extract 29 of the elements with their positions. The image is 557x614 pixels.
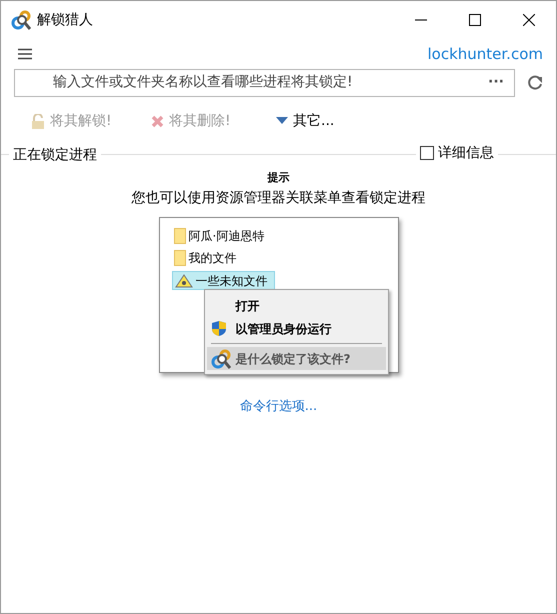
- hazard-icon: [174, 274, 192, 288]
- padlock-icon: [31, 114, 45, 128]
- tip-title: 提示: [268, 170, 290, 186]
- path-field[interactable]: 输入文件或文件夹名称以查看哪些进程将其锁定! ···: [14, 68, 515, 96]
- menu-icon: [18, 48, 32, 60]
- refresh-button[interactable]: [527, 74, 543, 90]
- file-name: 我的文件: [188, 250, 236, 267]
- app-icon: [11, 10, 31, 30]
- file-name: 阿瓜·阿迪恩特: [188, 228, 264, 244]
- command-line-link[interactable]: 命令行选项...: [240, 397, 318, 416]
- shield-icon: [210, 320, 226, 337]
- other-button[interactable]: 其它...: [276, 110, 356, 132]
- window-title: 解锁猎人: [37, 10, 93, 30]
- magnifier-icon: [210, 348, 230, 368]
- folder-icon: [174, 250, 186, 266]
- browse-button[interactable]: ···: [478, 72, 514, 93]
- website-link[interactable]: lockhunter.com: [427, 43, 543, 66]
- tip-text: 您也可以使用资源管理器关联菜单查看锁定进程: [132, 189, 426, 208]
- menu-button[interactable]: [18, 48, 32, 60]
- file-name: 一些未知文件: [196, 272, 268, 290]
- menu-item[interactable]: 打开: [206, 294, 386, 317]
- triangle-icon: [276, 117, 288, 125]
- menu-item[interactable]: 是什么锁定了该文件?: [206, 347, 386, 370]
- cross-icon: [151, 114, 164, 128]
- maximize-icon: [469, 14, 481, 26]
- folder-icon: [174, 228, 186, 244]
- menu-item[interactable]: 以管理员身份运行: [206, 317, 386, 340]
- close-icon: [523, 14, 535, 26]
- refresh-icon: [527, 74, 543, 90]
